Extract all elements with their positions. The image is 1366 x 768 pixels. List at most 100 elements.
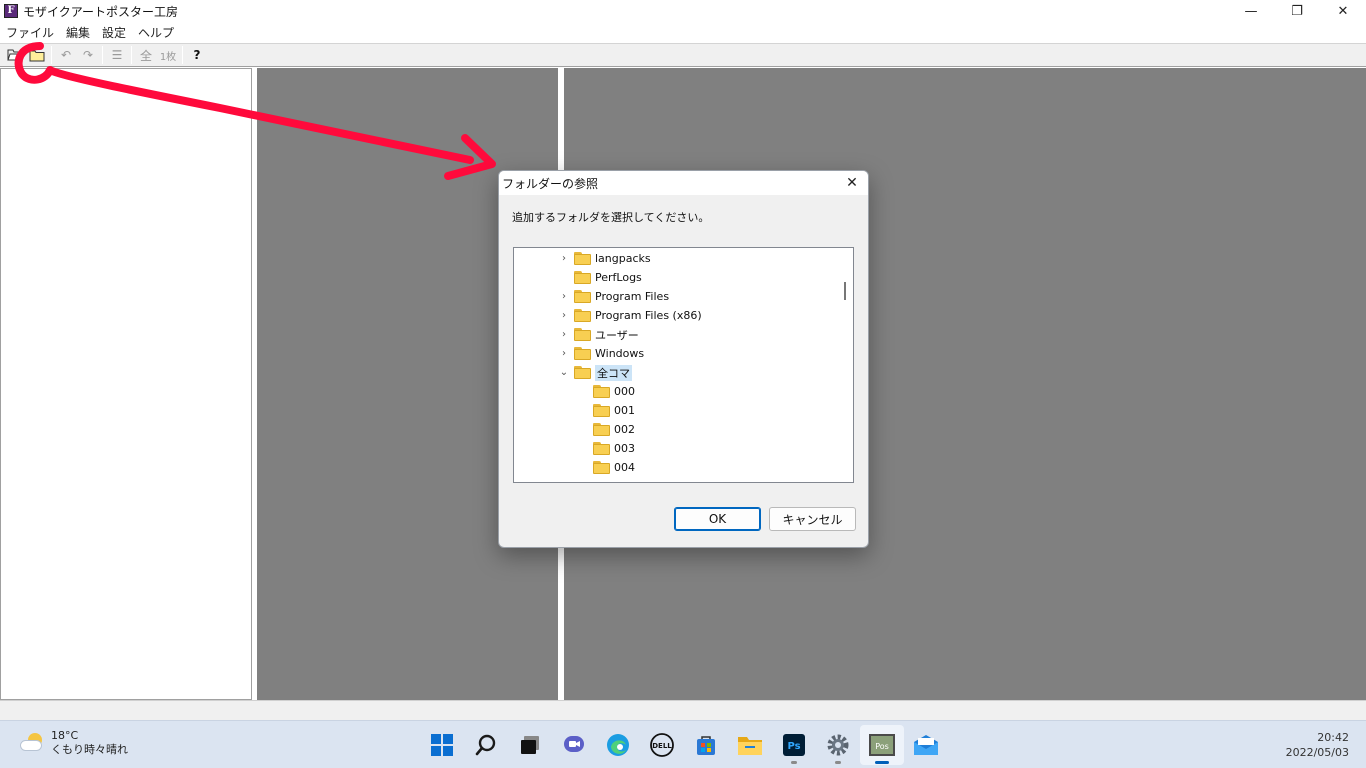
tree-item-label: ユーザー <box>595 328 639 342</box>
store-icon[interactable] <box>684 725 728 765</box>
folder-icon <box>574 309 591 322</box>
folder-icon <box>593 461 610 474</box>
undo-icon[interactable]: ↶ <box>55 45 77 65</box>
file-explorer-icon[interactable] <box>728 725 772 765</box>
mosaic-app-icon[interactable]: Pos <box>860 725 904 765</box>
weather-cloudy-icon <box>18 733 44 753</box>
list-icon[interactable]: ☰ <box>106 45 128 65</box>
search-icon[interactable] <box>464 725 508 765</box>
system-clock[interactable]: 20:42 2022/05/03 <box>1286 730 1349 760</box>
redo-icon[interactable]: ↷ <box>77 45 99 65</box>
tree-item-label: 全コマ <box>595 364 632 381</box>
folder-tree[interactable]: › langpacks PerfLogs › Program Files › P… <box>513 247 854 483</box>
open-folder-icon[interactable] <box>26 45 48 65</box>
dialog-close-button[interactable]: ✕ <box>842 174 862 192</box>
weather-description: くもり時々晴れ <box>51 743 128 756</box>
tree-item[interactable]: 000 <box>593 382 635 401</box>
tree-item-label: Windows <box>595 347 645 360</box>
photoshop-icon[interactable]: Ps <box>772 725 816 765</box>
tree-scrollbar[interactable] <box>836 248 853 482</box>
status-bar <box>0 700 1366 720</box>
minimize-button[interactable]: — <box>1228 0 1274 22</box>
open-file-icon[interactable] <box>4 45 26 65</box>
folder-icon <box>593 442 610 455</box>
tree-item-label: langpacks <box>595 252 651 265</box>
tree-item-selected[interactable]: ⌄ 全コマ <box>558 363 632 382</box>
tree-item[interactable]: › Program Files (x86) <box>558 306 702 325</box>
folder-list-pane[interactable] <box>0 68 252 700</box>
dialog-description: 追加するフォルダを選択してください。 <box>512 211 710 224</box>
folder-icon <box>574 328 591 341</box>
expand-chevron-icon[interactable]: › <box>558 348 570 360</box>
running-indicator <box>791 761 797 764</box>
all-frames-icon[interactable]: 全 <box>135 45 157 65</box>
folder-icon <box>574 290 591 303</box>
menu-edit[interactable]: 編集 <box>60 24 96 41</box>
edge-icon[interactable] <box>596 725 640 765</box>
window-title: モザイクアートポスター工房 <box>23 4 179 19</box>
tree-item[interactable]: › Program Files <box>558 287 669 306</box>
tree-item-label: PerfLogs <box>595 271 642 284</box>
task-view-icon[interactable] <box>508 725 552 765</box>
dell-icon[interactable]: DELL <box>640 725 684 765</box>
tree-item[interactable]: PerfLogs <box>558 268 642 287</box>
expand-chevron-icon[interactable]: › <box>558 253 570 265</box>
folder-icon <box>574 252 591 265</box>
toolbar-separator <box>131 46 132 64</box>
active-indicator <box>875 761 889 764</box>
toolbar-separator <box>182 46 183 64</box>
tree-item-label: 004 <box>614 461 635 474</box>
toolbar-separator <box>51 46 52 64</box>
menu-bar: ファイル 編集 設定 ヘルプ <box>0 22 1366 42</box>
menu-help[interactable]: ヘルプ <box>132 24 180 41</box>
taskbar: 18°C くもり時々晴れ DELL Ps Pos 20:42 2022/05/0… <box>0 720 1366 768</box>
folder-icon <box>574 366 591 379</box>
cancel-button[interactable]: キャンセル <box>769 507 856 531</box>
folder-icon <box>574 271 591 284</box>
expand-chevron-icon <box>558 272 570 284</box>
expand-chevron-icon[interactable]: › <box>558 310 570 322</box>
tree-item-label: 003 <box>614 442 635 455</box>
tree-item-label: 001 <box>614 404 635 417</box>
expand-chevron-icon[interactable]: › <box>558 329 570 341</box>
tree-item-label: 002 <box>614 423 635 436</box>
weather-temperature: 18°C <box>51 729 79 742</box>
tree-item[interactable]: 002 <box>593 420 635 439</box>
clock-date: 2022/05/03 <box>1285 746 1349 759</box>
expand-chevron-icon[interactable]: › <box>558 291 570 303</box>
tree-item[interactable]: 004 <box>593 458 635 477</box>
tree-item-label: Program Files (x86) <box>595 309 702 322</box>
windows-start-icon[interactable] <box>420 725 464 765</box>
restore-button[interactable]: ❐ <box>1274 0 1320 22</box>
clock-time: 20:42 <box>1317 731 1349 744</box>
help-icon[interactable]: ? <box>186 45 208 65</box>
weather-widget[interactable]: 18°C くもり時々晴れ <box>18 729 128 757</box>
menu-settings[interactable]: 設定 <box>96 24 132 41</box>
close-button[interactable]: ✕ <box>1320 0 1366 22</box>
window-controls: — ❐ ✕ <box>1228 0 1366 22</box>
tree-item[interactable]: 001 <box>593 401 635 420</box>
mail-icon[interactable] <box>904 725 948 765</box>
chat-icon[interactable] <box>552 725 596 765</box>
collapse-chevron-icon[interactable]: ⌄ <box>558 367 570 379</box>
folder-icon <box>574 347 591 360</box>
running-indicator <box>835 761 841 764</box>
ok-button[interactable]: OK <box>674 507 761 531</box>
taskbar-apps: DELL Ps Pos <box>420 721 948 768</box>
tree-item[interactable]: 003 <box>593 439 635 458</box>
tree-item-label: Program Files <box>595 290 670 303</box>
photoshop-logo-text: Ps <box>787 741 800 752</box>
tree-item[interactable]: › langpacks <box>558 249 651 268</box>
app-icon[interactable]: F <box>4 4 18 18</box>
tree-item[interactable]: › ユーザー <box>558 325 639 344</box>
menu-file[interactable]: ファイル <box>0 24 60 41</box>
toolbar: ↶ ↷ ☰ 全 1枚 ? <box>0 43 1366 67</box>
settings-icon[interactable] <box>816 725 860 765</box>
dell-logo-text: DELL <box>652 742 672 750</box>
dialog-title: フォルダーの参照 <box>499 171 868 195</box>
scrollbar-thumb[interactable] <box>844 282 846 300</box>
mosaic-logo-text: Pos <box>875 742 889 751</box>
folder-icon <box>593 385 610 398</box>
single-frame-icon[interactable]: 1枚 <box>157 45 179 65</box>
tree-item[interactable]: › Windows <box>558 344 644 363</box>
